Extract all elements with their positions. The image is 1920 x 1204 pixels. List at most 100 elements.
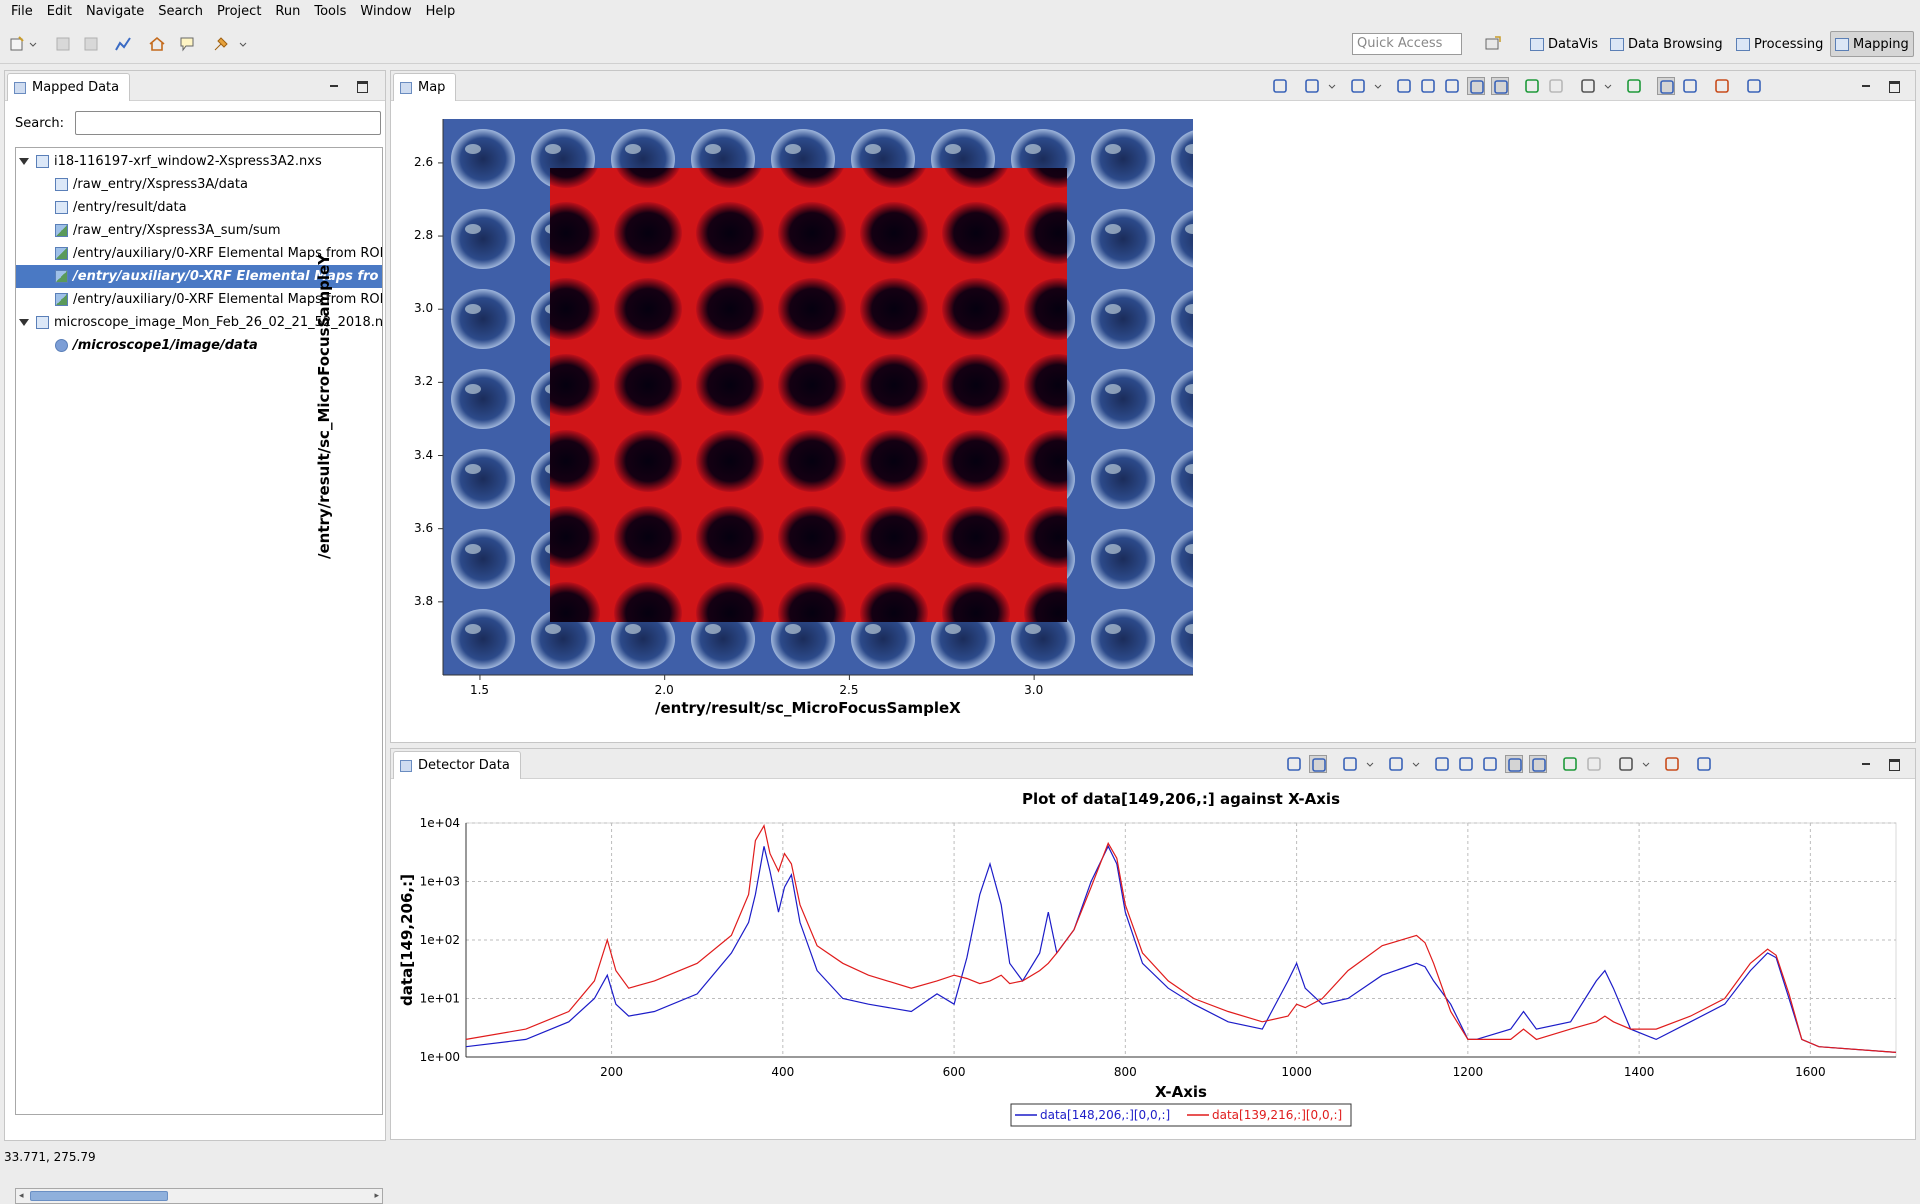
- image-dataset-icon: [55, 247, 68, 260]
- image-icon[interactable]: [1681, 77, 1699, 95]
- home-icon[interactable]: [148, 35, 166, 53]
- perspective-mapping[interactable]: Mapping: [1830, 31, 1914, 57]
- print-icon[interactable]: [1579, 77, 1597, 95]
- tab-map[interactable]: Map: [393, 73, 457, 101]
- quick-access-input[interactable]: Quick Access: [1352, 33, 1462, 55]
- tools-icon[interactable]: [1271, 77, 1289, 95]
- map-y-tick-label: 2.6: [414, 154, 434, 169]
- map-y-tick-label: 3.2: [414, 374, 434, 389]
- map-y-tick-label: 3.8: [414, 593, 434, 608]
- menu-help[interactable]: Help: [419, 0, 463, 24]
- image-dataset-icon: [55, 293, 68, 306]
- menu-project[interactable]: Project: [210, 0, 268, 24]
- zoom-box-icon[interactable]: [1419, 77, 1437, 95]
- redo-icon[interactable]: [1585, 755, 1603, 773]
- chart-icon[interactable]: [114, 35, 132, 53]
- chevron-down-icon[interactable]: [1373, 77, 1383, 95]
- save-icon: [56, 37, 70, 51]
- comment-icon[interactable]: [178, 35, 196, 53]
- perspective-data-browsing[interactable]: Data Browsing: [1606, 31, 1727, 57]
- tab-detector-data[interactable]: Detector Data: [393, 751, 521, 779]
- menu-bar: File Edit Navigate Search Project Run Tools Win…: [0, 0, 1920, 24]
- perspective-datavis[interactable]: DataVis: [1526, 31, 1602, 57]
- tab-mapped-data[interactable]: Mapped Data: [7, 73, 131, 101]
- colour-map-icon[interactable]: [1625, 77, 1643, 95]
- horizontal-scrollbar[interactable]: ◂ ▸: [15, 1188, 383, 1204]
- menu-window[interactable]: Window: [353, 0, 418, 24]
- chevron-down-icon[interactable]: [1603, 77, 1613, 95]
- view-menu-icon[interactable]: [1695, 755, 1713, 773]
- undo-icon[interactable]: [1523, 77, 1541, 95]
- chevron-down-icon[interactable]: [1365, 755, 1375, 773]
- zoom-type-icon[interactable]: [1395, 77, 1413, 95]
- scrollbar-thumb[interactable]: [30, 1191, 168, 1201]
- chevron-down-icon[interactable]: [238, 35, 248, 53]
- new-icon[interactable]: [8, 35, 26, 53]
- zoom-box-icon[interactable]: [1457, 755, 1475, 773]
- chevron-down-icon[interactable]: [1641, 755, 1651, 773]
- scroll-right-icon[interactable]: ▸: [374, 1191, 379, 1201]
- map-y-tick-label: 3.4: [414, 447, 434, 462]
- maximize-button[interactable]: [355, 79, 369, 93]
- menu-file[interactable]: File: [4, 0, 40, 24]
- regions-icon[interactable]: [1349, 77, 1367, 95]
- run-icon[interactable]: [212, 35, 230, 53]
- undo-icon[interactable]: [1561, 755, 1579, 773]
- chevron-down-icon[interactable]: [28, 35, 38, 53]
- print-icon[interactable]: [1617, 755, 1635, 773]
- regions-icon[interactable]: [1387, 755, 1405, 773]
- image-dataset-icon: [55, 270, 68, 283]
- tree-item[interactable]: /raw_entry/Xspress3A_sum/sum: [16, 219, 382, 242]
- zoom-type-icon[interactable]: [1433, 755, 1451, 773]
- search-label: Search:: [15, 116, 65, 131]
- mapping-icon: [1835, 37, 1849, 51]
- histogram-icon-selected[interactable]: [1657, 77, 1675, 95]
- image-dataset-icon: [55, 224, 68, 237]
- chevron-down-icon[interactable]: [1327, 77, 1337, 95]
- pointer-icon-selected[interactable]: [1505, 755, 1523, 773]
- x-tick-label: 1200: [1453, 1065, 1484, 1079]
- maximize-button[interactable]: [1887, 757, 1901, 771]
- export-icon[interactable]: [1663, 755, 1681, 773]
- menu-navigate[interactable]: Navigate: [79, 0, 151, 24]
- map-image[interactable]: [443, 119, 1193, 675]
- menu-run[interactable]: Run: [268, 0, 307, 24]
- minimize-button[interactable]: [1859, 757, 1873, 771]
- export-icon[interactable]: [1713, 77, 1731, 95]
- redo-icon[interactable]: [1547, 77, 1565, 95]
- open-perspective-icon[interactable]: [1484, 35, 1502, 53]
- maximize-button[interactable]: [1887, 79, 1901, 93]
- menu-search[interactable]: Search: [151, 0, 210, 24]
- tree-item[interactable]: i18-116197-xrf_window2-Xspress3A2.nxs: [16, 150, 382, 173]
- expand-toggle-icon[interactable]: [19, 319, 29, 326]
- search-input[interactable]: [75, 111, 381, 135]
- axes-icon[interactable]: [1303, 77, 1321, 95]
- expand-toggle-icon[interactable]: [19, 158, 29, 165]
- plot-edit-icon-selected[interactable]: [1309, 755, 1327, 773]
- tree-item[interactable]: /raw_entry/Xspress3A/data: [16, 173, 382, 196]
- minimize-button[interactable]: [1859, 79, 1873, 93]
- x-tick-label: 800: [1114, 1065, 1137, 1079]
- chart-title: Plot of data[149,206,:] against X-Axis: [1022, 790, 1340, 808]
- pointer-icon-selected[interactable]: [1467, 77, 1485, 95]
- view-menu-icon[interactable]: [1745, 77, 1763, 95]
- aspect-icon-selected[interactable]: [1491, 77, 1509, 95]
- perspective-processing[interactable]: Processing: [1732, 31, 1827, 57]
- y-axis-title: data[149,206,:]: [398, 874, 416, 1006]
- axes-icon[interactable]: [1341, 755, 1359, 773]
- menu-tools[interactable]: Tools: [307, 0, 353, 24]
- scroll-left-icon[interactable]: ◂: [19, 1191, 24, 1201]
- x-tick-label: 1600: [1795, 1065, 1826, 1079]
- pan-icon[interactable]: [1443, 77, 1461, 95]
- nexus-file-icon: [36, 316, 49, 329]
- tree-icon: [14, 82, 26, 94]
- chevron-down-icon[interactable]: [1411, 755, 1421, 773]
- tree-item[interactable]: /entry/result/data: [16, 196, 382, 219]
- minimize-button[interactable]: [327, 79, 341, 93]
- aspect-icon-selected[interactable]: [1529, 755, 1547, 773]
- pan-icon[interactable]: [1481, 755, 1499, 773]
- detector-chart[interactable]: Plot of data[149,206,:] against X-Axis 20…: [391, 780, 1915, 1140]
- menu-edit[interactable]: Edit: [40, 0, 79, 24]
- tree-item-label: /raw_entry/Xspress3A_sum/sum: [73, 223, 281, 238]
- tools-icon[interactable]: [1285, 755, 1303, 773]
